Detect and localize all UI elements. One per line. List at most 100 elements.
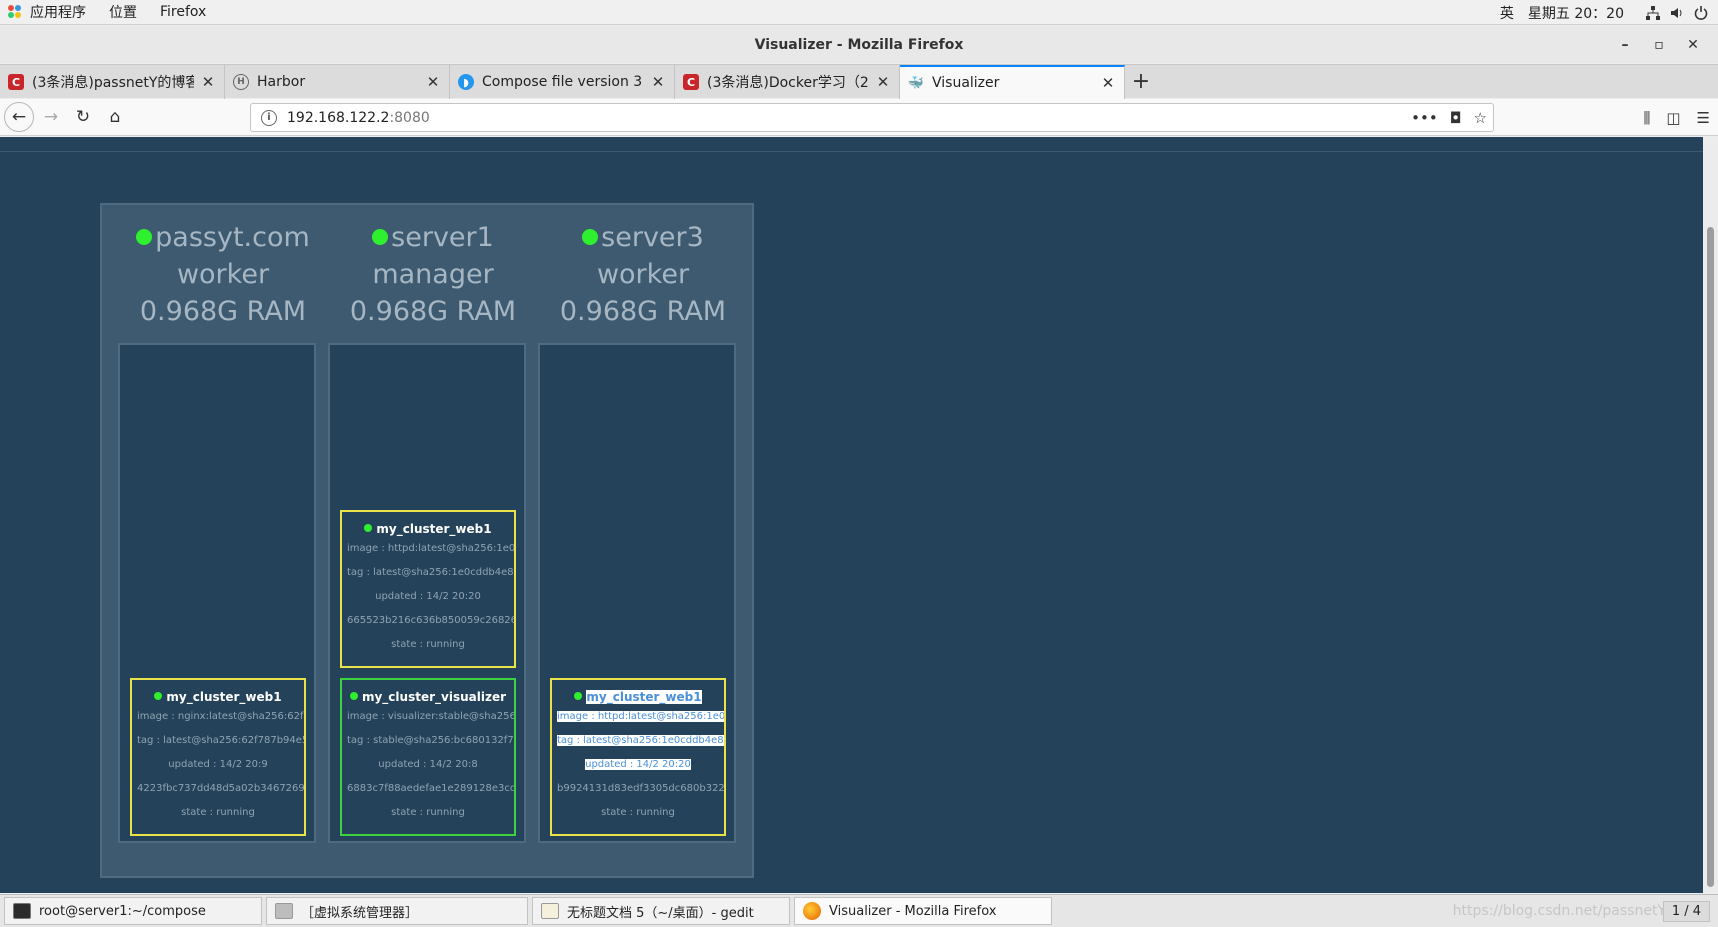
node-role: worker	[596, 259, 690, 290]
task-tag: tag : stable@sha256:bc680132f772	[347, 735, 514, 746]
taskbar-label: ［虚拟系统管理器］	[301, 905, 419, 921]
home-button[interactable]: ⌂	[100, 102, 130, 132]
close-tab-icon[interactable]: ✕	[650, 73, 666, 91]
node-status-dot	[372, 229, 389, 245]
task-updated: updated : 14/2 20:9	[168, 759, 268, 770]
sidebar-icon[interactable]: ◫	[1666, 109, 1680, 127]
new-tab-button[interactable]: +	[1125, 65, 1157, 98]
terminal-icon	[13, 903, 31, 919]
harbor-icon: H	[233, 74, 249, 90]
tab-title: Visualizer	[932, 75, 1000, 91]
node-header: server3 worker 0.968G RAM	[538, 219, 748, 330]
navigation-toolbar: ← → ↻ ⌂ i 192.168.122.2:8080 ••• ◘ ☆ ⫼ ◫…	[0, 99, 1718, 136]
task-updated: updated : 14/2 20:20	[375, 591, 481, 602]
node-header: server1 manager 0.968G RAM	[328, 219, 538, 330]
task-image: image : visualizer:stable@sha256:bc68013…	[347, 711, 514, 722]
library-icon[interactable]: ⫼	[1643, 109, 1650, 127]
taskbar-terminal[interactable]: root@server1:~/compose	[4, 897, 262, 925]
task-card[interactable]: my_cluster_web1 image : nginx:latest@sha…	[130, 678, 306, 836]
task-image: image : nginx:latest@sha256:62f787b94e5f…	[137, 711, 304, 722]
taskbar-label: 无标题文档 5（~/桌面）- gedit	[567, 905, 754, 921]
virt-manager-icon	[275, 903, 293, 919]
taskbar-label: Visualizer - Mozilla Firefox	[829, 903, 997, 919]
task-status-dot	[349, 692, 358, 700]
node-header: passyt.com worker 0.968G RAM	[118, 219, 328, 330]
docker-whale-icon: 🐳	[907, 75, 925, 91]
tab-csdn-blog[interactable]: C (3条消息)passnetY的博客 ✕	[0, 65, 225, 99]
close-tab-icon[interactable]: ✕	[1100, 74, 1116, 92]
divider	[0, 151, 1703, 152]
reload-button[interactable]: ↻	[68, 102, 98, 132]
back-button[interactable]: ←	[4, 102, 34, 132]
firefox-icon	[803, 902, 821, 920]
task-tag: tag : latest@sha256:62f787b94e5faddb79f9…	[137, 735, 304, 746]
applications-icon[interactable]	[8, 5, 22, 19]
csdn-icon: C	[8, 74, 24, 90]
close-tab-icon[interactable]: ✕	[875, 73, 891, 91]
bookmark-star-icon[interactable]: ☆	[1474, 109, 1487, 127]
taskbar-virt-manager[interactable]: ［虚拟系统管理器］	[266, 897, 528, 925]
workspace-indicator[interactable]: 1 / 4	[1662, 901, 1710, 922]
task-image: image : httpd:latest@sha256:1e0cddb4e828	[557, 711, 724, 722]
task-card[interactable]: my_cluster_web1 image : httpd:latest@sha…	[550, 678, 726, 836]
tab-strip: C (3条消息)passnetY的博客 ✕ H Harbor ✕ ◗ Compo…	[0, 64, 1718, 99]
tab-harbor[interactable]: H Harbor ✕	[225, 65, 450, 99]
places-menu[interactable]: 位置	[109, 2, 137, 22]
gnome-top-bar: 应用程序 位置 Firefox 英 星期五 20：20	[0, 0, 1718, 25]
forward-button[interactable]: →	[36, 102, 66, 132]
node-role: worker	[176, 259, 270, 290]
window-title: Visualizer - Mozilla Firefox	[754, 36, 964, 53]
task-card[interactable]: my_cluster_web1 image : httpd:latest@sha…	[340, 510, 516, 668]
scrollbar-thumb[interactable]	[1707, 227, 1714, 887]
csdn-icon: C	[683, 74, 699, 90]
taskbar-label: root@server1:~/compose	[39, 903, 206, 919]
tab-docker-learning[interactable]: C (3条消息)Docker学习（2 ✕	[675, 65, 900, 99]
close-window-button[interactable]: ✕	[1676, 37, 1710, 53]
node-task-column: my_cluster_web1 image : httpd:latest@sha…	[328, 343, 526, 843]
task-id: 6883c7f88aedefae1e289128e3ccb	[347, 783, 514, 794]
node-name: server1	[391, 222, 494, 253]
taskbar-gedit[interactable]: 无标题文档 5（~/桌面）- gedit	[532, 897, 790, 925]
url-port: :8080	[389, 109, 430, 126]
input-method-indicator[interactable]: 英	[1500, 3, 1514, 23]
node-ram: 0.968G RAM	[559, 296, 727, 327]
network-icon[interactable]	[1646, 5, 1660, 20]
visualizer-page: passyt.com worker 0.968G RAM my_cluster_…	[0, 137, 1703, 893]
task-card[interactable]: my_cluster_visualizer image : visualizer…	[340, 678, 516, 836]
tab-visualizer[interactable]: 🐳 Visualizer ✕	[900, 65, 1125, 99]
node-name: passyt.com	[155, 222, 310, 253]
task-id: 665523b216c636b850059c26826a5	[347, 615, 514, 626]
task-tag: tag : latest@sha256:1e0cddb4e828	[557, 735, 724, 746]
task-updated: updated : 14/2 20:20	[585, 759, 691, 770]
task-name: my_cluster_web1	[376, 522, 492, 536]
swarm-cluster-panel: passyt.com worker 0.968G RAM my_cluster_…	[100, 203, 754, 878]
node-status-dot	[136, 229, 153, 245]
node-task-column: my_cluster_web1 image : httpd:latest@sha…	[538, 343, 736, 843]
tab-title: Harbor	[257, 74, 306, 90]
url-bar[interactable]: i 192.168.122.2:8080 ••• ◘ ☆	[250, 103, 1494, 132]
node-task-column: my_cluster_web1 image : nginx:latest@sha…	[118, 343, 316, 843]
task-name: my_cluster_web1	[166, 690, 282, 704]
minimize-button[interactable]: –	[1608, 37, 1642, 53]
power-icon[interactable]	[1694, 5, 1708, 20]
node-ram: 0.968G RAM	[349, 296, 517, 327]
taskbar-firefox[interactable]: Visualizer - Mozilla Firefox	[794, 897, 1052, 925]
maximize-button[interactable]: ▫	[1642, 37, 1676, 53]
task-updated: updated : 14/2 20:8	[378, 759, 478, 770]
close-tab-icon[interactable]: ✕	[425, 73, 441, 91]
page-actions-icon[interactable]: •••	[1411, 109, 1438, 127]
task-name: my_cluster_visualizer	[361, 690, 507, 704]
task-tag: tag : latest@sha256:1e0cddb4e828	[347, 567, 514, 578]
volume-icon[interactable]	[1670, 6, 1684, 20]
node-name: server3	[601, 222, 704, 253]
tab-compose-docs[interactable]: ◗ Compose file version 3 re ✕	[450, 65, 675, 99]
vertical-scrollbar[interactable]	[1703, 137, 1718, 893]
site-info-icon[interactable]: i	[261, 109, 277, 126]
hamburger-menu-icon[interactable]: ☰	[1697, 109, 1710, 127]
applications-menu[interactable]: 应用程序	[30, 2, 86, 22]
pocket-icon[interactable]: ◘	[1450, 109, 1462, 127]
window-list-taskbar: root@server1:~/compose ［虚拟系统管理器］ 无标题文档 5…	[0, 894, 1718, 927]
close-tab-icon[interactable]: ✕	[200, 73, 216, 91]
firefox-menu[interactable]: Firefox	[160, 4, 206, 20]
clock[interactable]: 星期五 20：20	[1528, 3, 1624, 23]
